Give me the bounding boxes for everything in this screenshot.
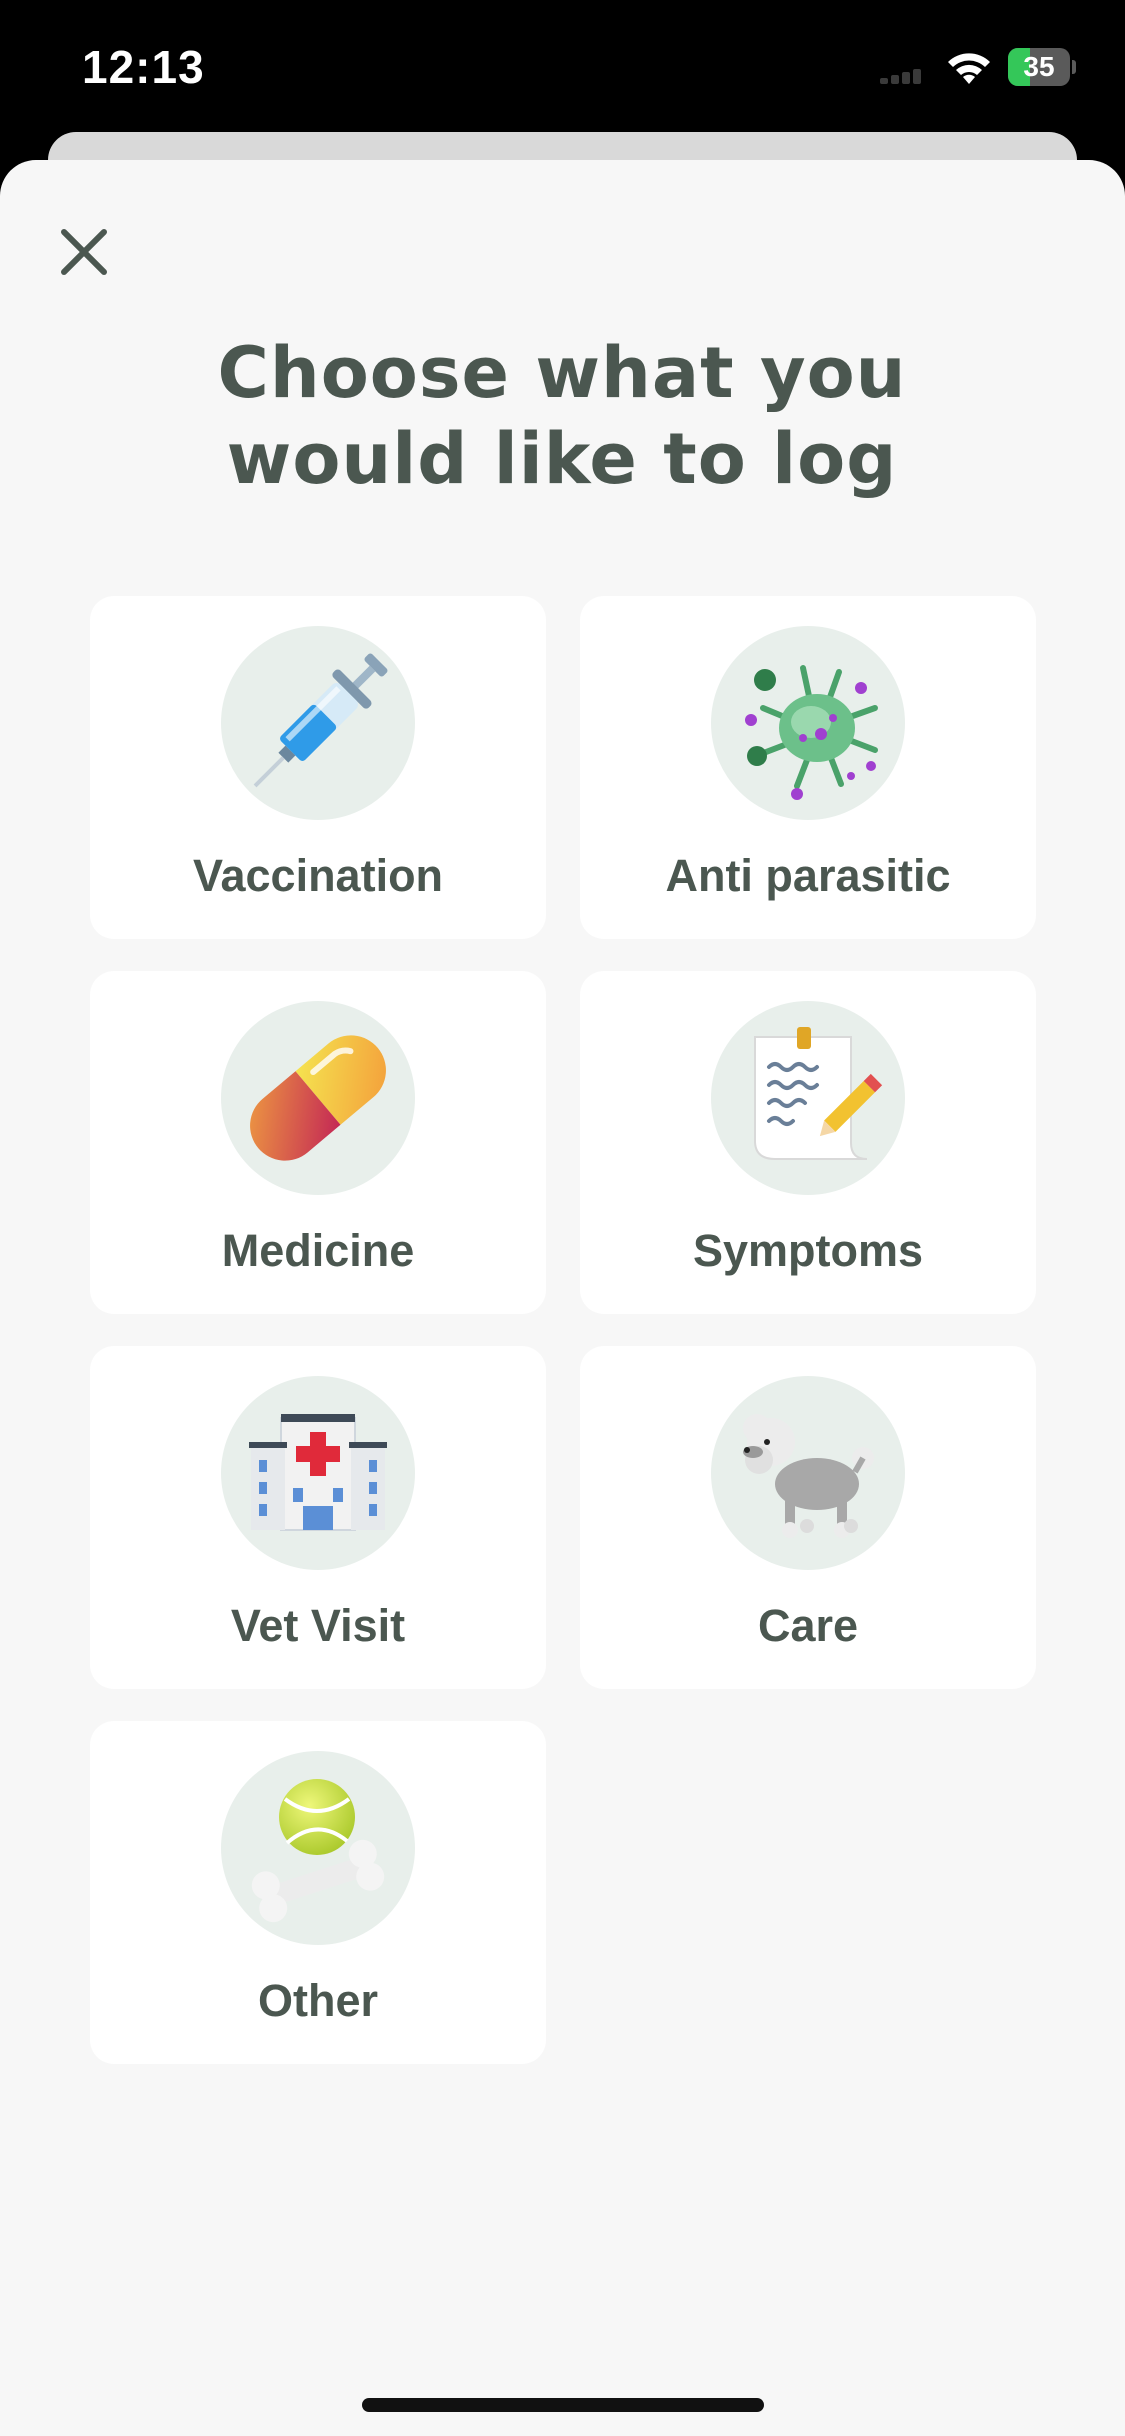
icon-circle [221, 1751, 415, 1945]
icon-circle [711, 1001, 905, 1195]
icon-circle [711, 626, 905, 820]
option-label: Other [257, 1975, 378, 2026]
status-bar: 12:13 35 [0, 0, 1125, 140]
close-icon [61, 229, 107, 275]
option-label: Care [757, 1600, 859, 1651]
option-vet-visit[interactable]: Vet Visit [90, 1346, 546, 1689]
option-label: Medicine [221, 1225, 415, 1276]
close-button[interactable] [52, 220, 116, 284]
icon-circle [711, 1376, 905, 1570]
icon-circle [221, 1376, 415, 1570]
ball-and-bone-icon [251, 1779, 385, 1923]
status-time: 12:13 [82, 41, 205, 93]
log-type-sheet: Choose what you would like to log Vaccin… [0, 160, 1125, 2436]
icon-circle [221, 1001, 415, 1195]
option-anti-parasitic[interactable]: Anti parasitic [580, 596, 1036, 939]
title-line-1: Choose what you [217, 332, 907, 414]
icon-circle [221, 626, 415, 820]
title-line-2: would like to log [226, 418, 898, 500]
option-medicine[interactable]: Medicine [90, 971, 546, 1314]
battery-icon: 35 [1008, 48, 1076, 86]
notepad-pencil-icon [754, 1027, 883, 1160]
parasite-icon [745, 665, 878, 800]
option-vaccination[interactable]: Vaccination [90, 596, 546, 939]
option-label: Symptoms [692, 1225, 924, 1276]
page-title: Choose what you would like to log [112, 330, 1012, 502]
option-label: Vaccination [192, 850, 444, 901]
battery-percent: 35 [1023, 51, 1055, 82]
poodle-icon [743, 1414, 874, 1538]
wifi-icon [948, 53, 990, 84]
pill-capsule-icon [250, 1035, 386, 1161]
home-indicator[interactable] [362, 2398, 764, 2412]
hospital-icon [249, 1414, 387, 1531]
option-other[interactable]: Other [90, 1721, 546, 2064]
option-label: Vet Visit [230, 1600, 406, 1651]
option-care[interactable]: Care [580, 1346, 1036, 1689]
cellular-signal-icon [880, 68, 922, 84]
option-label: Anti parasitic [665, 850, 951, 901]
option-symptoms[interactable]: Symptoms [580, 971, 1036, 1314]
syringe-icon [253, 653, 388, 788]
